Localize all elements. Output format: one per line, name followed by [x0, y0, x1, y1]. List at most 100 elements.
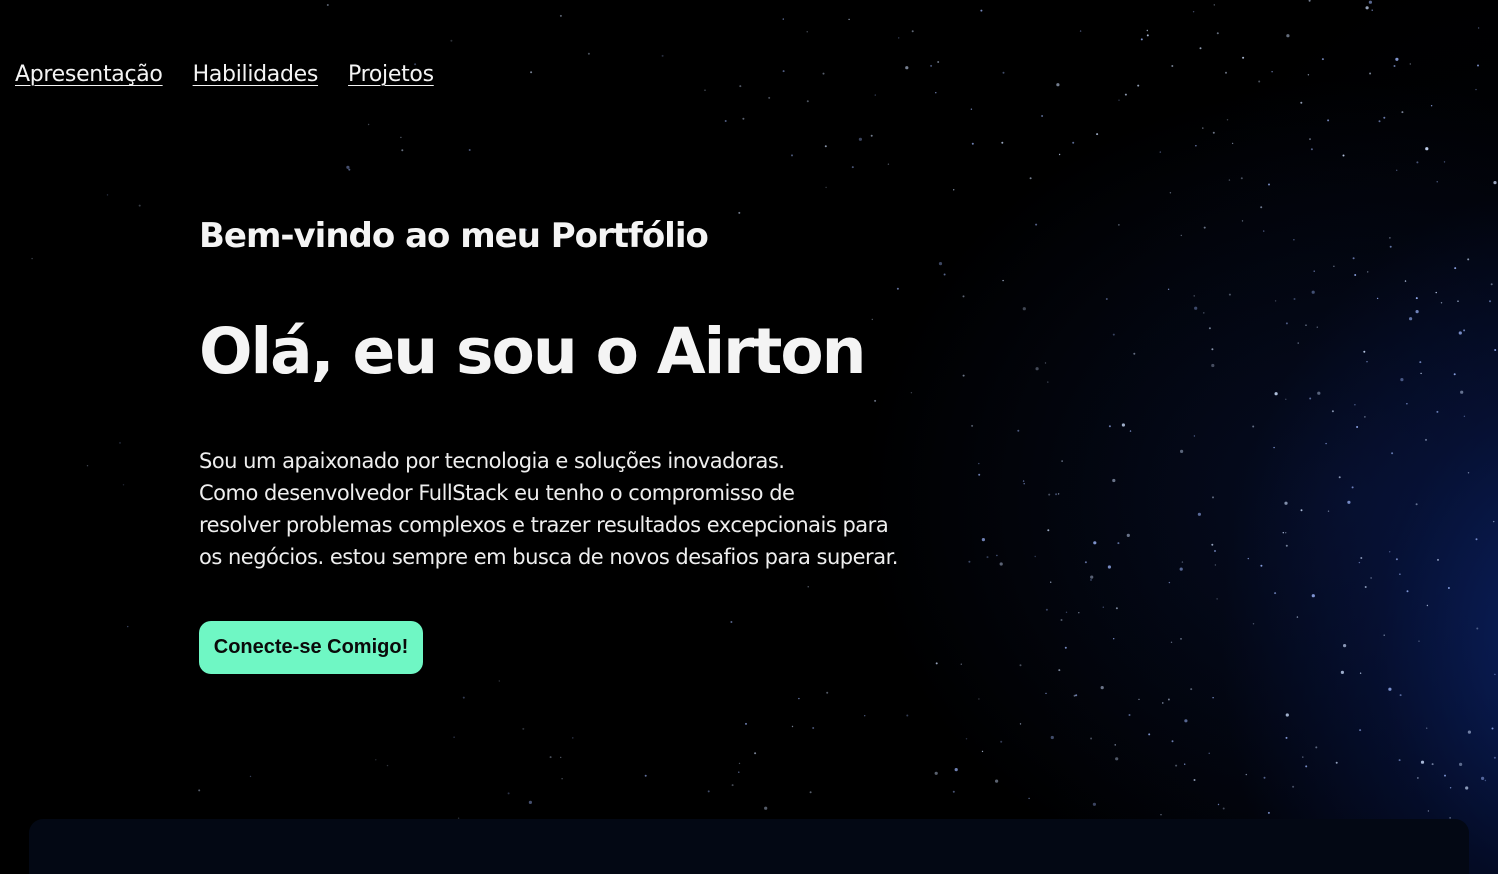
star [1217, 803, 1220, 806]
star [549, 756, 552, 759]
star [1325, 442, 1327, 445]
star [1426, 727, 1428, 729]
star [1084, 561, 1087, 564]
star [127, 625, 129, 628]
nav-link-apresentacao[interactable]: Apresentação [15, 62, 163, 87]
star [1356, 426, 1359, 428]
star [1017, 429, 1020, 432]
star [1019, 664, 1022, 667]
star [935, 92, 937, 94]
star [1444, 774, 1446, 777]
star [981, 750, 984, 753]
star [1197, 512, 1201, 516]
star [386, 764, 389, 767]
star [1263, 776, 1266, 779]
star [742, 117, 745, 120]
star [1425, 438, 1427, 441]
star [1167, 288, 1170, 290]
star [1045, 692, 1047, 695]
star [119, 441, 121, 444]
star [587, 52, 590, 55]
star [1222, 807, 1225, 810]
star [953, 189, 955, 191]
star [348, 168, 351, 171]
star [1358, 561, 1361, 564]
star [1354, 274, 1357, 276]
star [730, 621, 733, 623]
star [887, 163, 890, 165]
star [1274, 392, 1278, 396]
top-navigation: Apresentação Habilidades Projetos [15, 62, 434, 87]
star [1274, 592, 1277, 595]
star [1137, 84, 1140, 87]
star [1180, 638, 1182, 640]
star [1494, 673, 1496, 676]
star [1342, 154, 1345, 157]
star [782, 70, 785, 73]
star [980, 9, 983, 12]
nav-link-projetos[interactable]: Projetos [348, 62, 434, 87]
star [1064, 646, 1067, 649]
star [450, 39, 453, 42]
star [1335, 761, 1338, 764]
star [1184, 763, 1186, 765]
star [367, 123, 370, 126]
star [1427, 810, 1430, 812]
star [996, 554, 998, 557]
star [1113, 638, 1115, 640]
star [1213, 4, 1216, 6]
star [1090, 575, 1094, 579]
hero-section: Bem-vindo ao meu Portfólio Olá, eu sou o… [199, 216, 959, 573]
nav-link-habilidades[interactable]: Habilidades [193, 62, 319, 87]
star [825, 186, 827, 189]
star [1267, 811, 1270, 814]
star [1231, 142, 1234, 145]
star [1050, 735, 1054, 740]
star [1389, 245, 1392, 248]
star [1389, 237, 1391, 239]
star [1117, 542, 1120, 545]
star [1415, 503, 1418, 506]
star [1395, 57, 1399, 61]
star [1393, 65, 1396, 67]
star [1463, 415, 1466, 417]
star [1493, 756, 1496, 759]
star [1107, 565, 1111, 569]
star [962, 374, 965, 377]
star [1331, 410, 1334, 413]
star [453, 736, 455, 738]
star [401, 149, 404, 152]
star [122, 484, 125, 486]
star [1420, 372, 1422, 375]
star [1115, 607, 1118, 610]
star [1179, 567, 1183, 571]
star [1199, 47, 1202, 50]
star [1475, 538, 1478, 541]
star [86, 465, 89, 467]
star [1476, 627, 1479, 630]
star [1351, 486, 1354, 489]
star [1285, 713, 1289, 717]
star [498, 680, 500, 682]
star [1416, 161, 1419, 164]
star [754, 752, 757, 755]
star [1133, 352, 1136, 355]
star [999, 562, 1003, 566]
star [1286, 34, 1290, 38]
star [31, 257, 33, 260]
star [1112, 333, 1115, 336]
star [1430, 105, 1433, 107]
star [824, 145, 827, 148]
star [468, 149, 471, 151]
connect-button[interactable]: Conecte-se Comigo! [199, 621, 423, 674]
star [1228, 293, 1231, 296]
star [1449, 787, 1452, 789]
star [1369, 72, 1372, 75]
star [1114, 744, 1116, 746]
star [978, 698, 980, 700]
star [807, 586, 809, 588]
star [1057, 493, 1060, 495]
star [1002, 279, 1004, 282]
star [1398, 759, 1401, 762]
star [1159, 151, 1162, 153]
